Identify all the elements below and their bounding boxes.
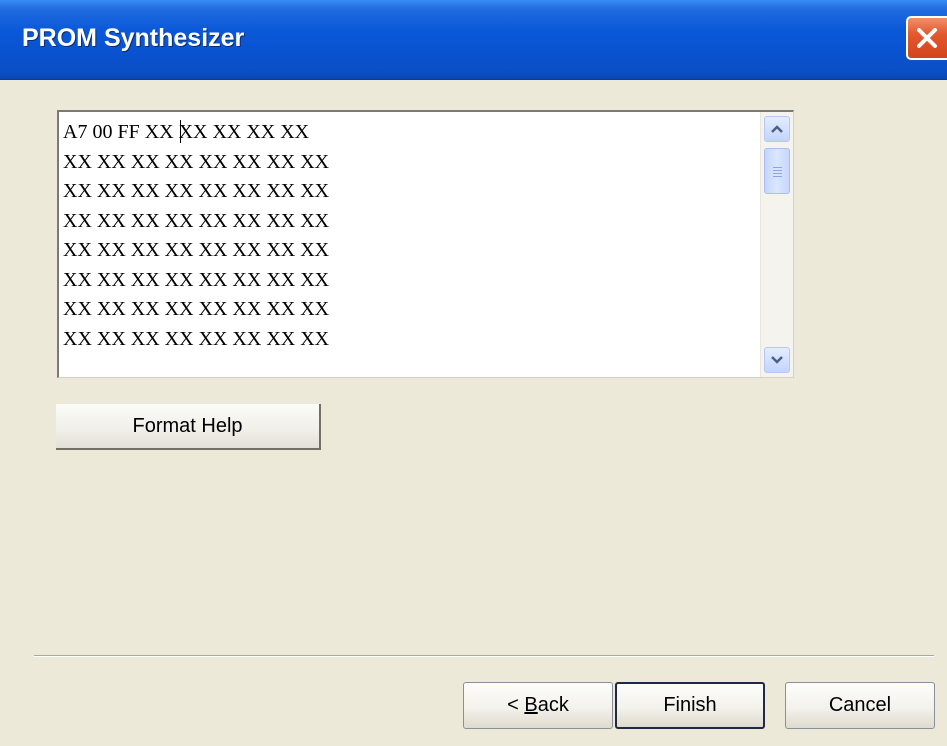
finish-button[interactable]: Finish: [615, 682, 765, 729]
scroll-up-button[interactable]: [764, 116, 790, 142]
finish-label: Finish: [663, 694, 717, 716]
title-bar[interactable]: PROM Synthesizer: [0, 0, 947, 80]
prom-synthesizer-dialog: PROM Synthesizer A7 00 FF XX XX XX XX XX…: [0, 0, 947, 746]
format-help-label: Format Help: [132, 414, 243, 437]
back-button[interactable]: < Back: [463, 682, 613, 729]
vertical-scrollbar[interactable]: [760, 112, 793, 377]
scroll-up-arrow-icon: [771, 125, 783, 133]
scroll-thumb[interactable]: [764, 148, 790, 194]
scroll-down-button[interactable]: [764, 347, 790, 373]
format-help-button[interactable]: Format Help: [56, 404, 321, 450]
window-title: PROM Synthesizer: [22, 24, 245, 52]
back-label: < Back: [507, 694, 569, 716]
prom-data-textarea[interactable]: A7 00 FF XX XX XX XX XX XX XX XX XX XX X…: [57, 110, 794, 378]
scroll-down-arrow-icon: [771, 356, 783, 364]
cancel-button[interactable]: Cancel: [785, 682, 935, 729]
close-icon: [917, 28, 937, 48]
close-button[interactable]: [906, 16, 947, 60]
text-caret: [180, 120, 181, 143]
prom-data-text: A7 00 FF XX XX XX XX XX XX XX XX XX XX X…: [63, 121, 330, 350]
cancel-label: Cancel: [828, 694, 892, 716]
footer-separator: [34, 655, 934, 657]
